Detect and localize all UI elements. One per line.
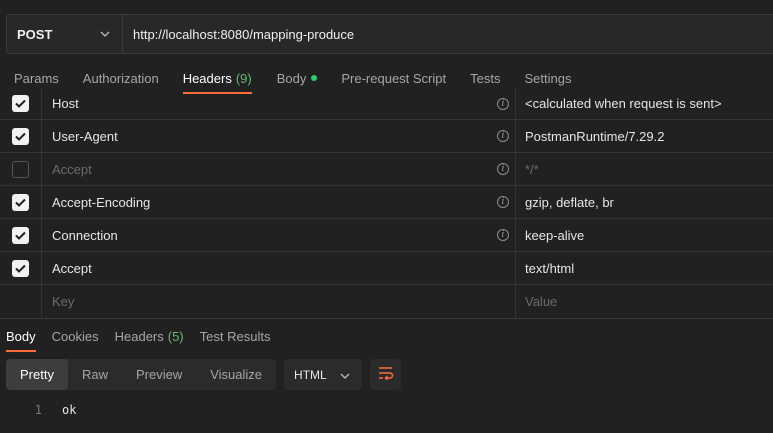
view-raw-button[interactable]: Raw [68, 359, 122, 390]
response-headers-count: (5) [167, 328, 184, 344]
tab-response-headers[interactable]: Headers (5) [115, 320, 184, 352]
header-checkbox[interactable] [12, 127, 29, 145]
table-row: Connection i keep-alive [0, 219, 773, 252]
table-row: Host i <calculated when request is sent> [0, 88, 773, 120]
info-icon[interactable]: i [497, 196, 509, 208]
wrap-lines-button[interactable] [370, 359, 402, 390]
new-key-input[interactable]: Key [42, 285, 516, 318]
headers-table: Host i <calculated when request is sent> … [0, 88, 773, 318]
info-icon[interactable]: i [497, 163, 509, 175]
header-value[interactable]: PostmanRuntime/7.29.2 [516, 129, 664, 144]
headers-count: (9) [235, 70, 252, 86]
url-input[interactable]: http://localhost:8080/mapping-produce [123, 27, 354, 42]
wrap-lines-icon [378, 366, 394, 383]
response-body-editor[interactable]: 1 ok [0, 400, 773, 420]
header-key[interactable]: Accept [42, 252, 516, 284]
table-row: Accept-Encoding i gzip, deflate, br [0, 186, 773, 219]
tab-response-body[interactable]: Body [6, 320, 36, 352]
section-divider [0, 318, 773, 319]
tab-test-results[interactable]: Test Results [200, 320, 271, 352]
info-icon[interactable]: i [497, 97, 509, 110]
header-key[interactable]: Accept i [42, 153, 516, 185]
line-number: 1 [34, 403, 42, 417]
chevron-down-icon [340, 368, 350, 382]
table-row: User-Agent i PostmanRuntime/7.29.2 [0, 120, 773, 153]
view-mode-switcher: Pretty Raw Preview Visualize [6, 359, 277, 390]
request-bar: POST http://localhost:8080/mapping-produ… [6, 14, 773, 54]
response-tabs: Body Cookies Headers (5) Test Results [0, 320, 773, 352]
header-value[interactable]: <calculated when request is sent> [516, 96, 722, 111]
header-checkbox[interactable] [12, 259, 29, 277]
method-select[interactable]: POST [7, 15, 123, 53]
header-value[interactable]: */* [516, 162, 539, 177]
table-row: Accept i */* [0, 153, 773, 186]
response-toolbar: Pretty Raw Preview Visualize HTML [6, 359, 402, 390]
header-checkbox[interactable] [12, 193, 29, 211]
header-key[interactable]: Accept-Encoding i [42, 186, 516, 218]
format-select[interactable]: HTML [284, 359, 363, 390]
header-checkbox[interactable] [12, 95, 29, 112]
header-key[interactable]: Host i [42, 88, 516, 119]
format-label: HTML [294, 367, 327, 382]
header-key[interactable]: Connection i [42, 219, 516, 251]
view-preview-button[interactable]: Preview [122, 359, 196, 390]
header-key[interactable]: User-Agent i [42, 120, 516, 152]
method-label: POST [17, 26, 53, 42]
header-value[interactable]: keep-alive [516, 228, 584, 243]
code-line: ok [62, 403, 77, 417]
view-pretty-button[interactable]: Pretty [6, 359, 68, 390]
header-checkbox[interactable] [12, 226, 29, 244]
header-value[interactable]: gzip, deflate, br [516, 195, 614, 210]
table-row: Accept text/html [0, 252, 773, 285]
header-value[interactable]: text/html [516, 261, 574, 276]
new-value-input[interactable]: Value [516, 294, 557, 309]
info-icon[interactable]: i [497, 130, 509, 142]
header-checkbox[interactable] [12, 160, 29, 178]
view-visualize-button[interactable]: Visualize [196, 359, 276, 390]
info-icon[interactable]: i [497, 229, 509, 241]
chevron-down-icon [98, 27, 112, 41]
body-modified-dot-icon [311, 75, 318, 81]
tab-cookies[interactable]: Cookies [52, 320, 99, 352]
new-header-row: Key Value [0, 285, 773, 318]
